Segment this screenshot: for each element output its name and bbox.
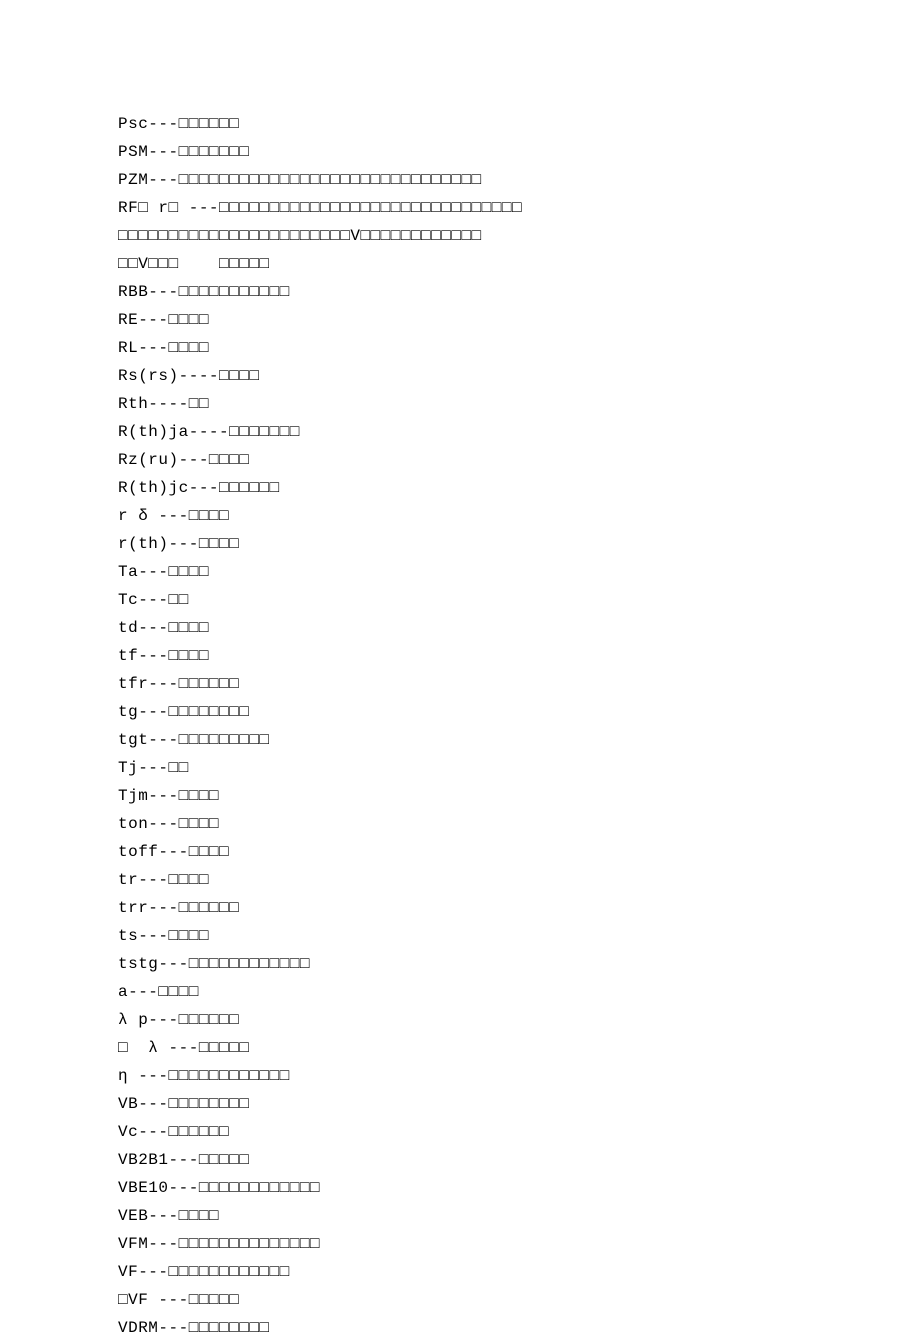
- text-line: Rs(rs)----□□□□: [118, 362, 920, 390]
- text-line: Tjm---□□□□: [118, 782, 920, 810]
- text-line: tfr---□□□□□□: [118, 670, 920, 698]
- text-line: Rth----□□: [118, 390, 920, 418]
- text-line: Tc---□□: [118, 586, 920, 614]
- text-line: □VF ---□□□□□: [118, 1286, 920, 1314]
- text-line: VDRM---□□□□□□□□: [118, 1314, 920, 1342]
- text-line: VBE10---□□□□□□□□□□□□: [118, 1174, 920, 1202]
- text-line: PZM---□□□□□□□□□□□□□□□□□□□□□□□□□□□□□□: [118, 166, 920, 194]
- text-line: tf---□□□□: [118, 642, 920, 670]
- text-line: VEB---□□□□: [118, 1202, 920, 1230]
- text-line: □□□□□□□□□□□□□□□□□□□□□□□V□□□□□□□□□□□□: [118, 222, 920, 250]
- text-line: VFM---□□□□□□□□□□□□□□: [118, 1230, 920, 1258]
- text-line: tg---□□□□□□□□: [118, 698, 920, 726]
- text-line: toff---□□□□: [118, 838, 920, 866]
- text-line: RBB---□□□□□□□□□□□: [118, 278, 920, 306]
- text-line: Tj---□□: [118, 754, 920, 782]
- text-line: □ λ ---□□□□□: [118, 1034, 920, 1062]
- text-line: λ p---□□□□□□: [118, 1006, 920, 1034]
- text-line: Ta---□□□□: [118, 558, 920, 586]
- text-line: PSM---□□□□□□□: [118, 138, 920, 166]
- text-line: R(th)ja----□□□□□□□: [118, 418, 920, 446]
- text-line: □□V□□□ □□□□□: [118, 250, 920, 278]
- text-line: ts---□□□□: [118, 922, 920, 950]
- text-line: Rz(ru)---□□□□: [118, 446, 920, 474]
- text-line: r δ ---□□□□: [118, 502, 920, 530]
- text-line: tstg---□□□□□□□□□□□□: [118, 950, 920, 978]
- text-line: RL---□□□□: [118, 334, 920, 362]
- text-line: RE---□□□□: [118, 306, 920, 334]
- document-page: Psc---□□□□□□ PSM---□□□□□□□ PZM---□□□□□□□…: [0, 0, 920, 1342]
- text-line: a---□□□□: [118, 978, 920, 1006]
- text-line: tgt---□□□□□□□□□: [118, 726, 920, 754]
- text-line: R(th)jc---□□□□□□: [118, 474, 920, 502]
- text-line: trr---□□□□□□: [118, 894, 920, 922]
- text-line: Vc---□□□□□□: [118, 1118, 920, 1146]
- text-line: RF□ r□ ---□□□□□□□□□□□□□□□□□□□□□□□□□□□□□□: [118, 194, 920, 222]
- text-line: VB---□□□□□□□□: [118, 1090, 920, 1118]
- text-line: VB2B1---□□□□□: [118, 1146, 920, 1174]
- text-line: Psc---□□□□□□: [118, 110, 920, 138]
- text-line: tr---□□□□: [118, 866, 920, 894]
- text-line: VF---□□□□□□□□□□□□: [118, 1258, 920, 1286]
- text-line: η ---□□□□□□□□□□□□: [118, 1062, 920, 1090]
- text-line: ton---□□□□: [118, 810, 920, 838]
- text-line: r(th)---□□□□: [118, 530, 920, 558]
- text-line: td---□□□□: [118, 614, 920, 642]
